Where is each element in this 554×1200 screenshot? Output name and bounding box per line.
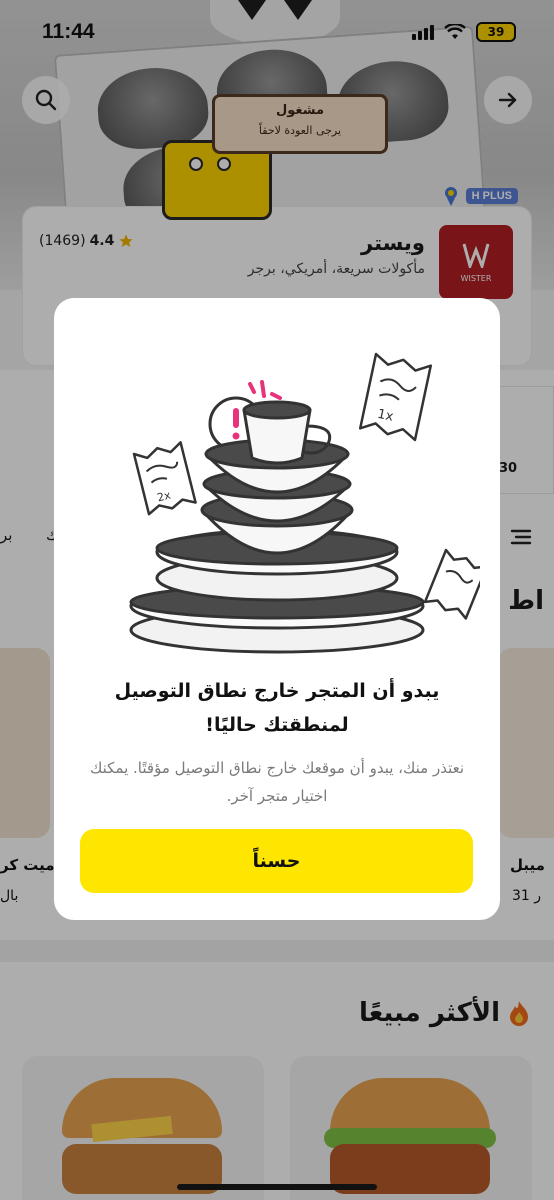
receipt-icon: 2x [132, 441, 197, 516]
receipt-icon: 1x [358, 352, 433, 442]
dialog-message: نعتذر منك، يبدو أن موقعك خارج نطاق التوص… [89, 759, 465, 805]
receipt-icon [423, 548, 480, 620]
out-of-range-dialog: 1x 2x يبدو أن المتجر خارج نطاق التوصيل ل… [54, 298, 500, 920]
plates-stack [129, 400, 425, 654]
dialog-title: يبدو أن المتجر خارج نطاق التوصيل لمنطقتك… [114, 680, 440, 736]
dishes-illustration: 1x 2x [129, 352, 480, 654]
ok-button[interactable]: حسناً [80, 829, 473, 893]
home-indicator[interactable] [177, 1184, 377, 1190]
